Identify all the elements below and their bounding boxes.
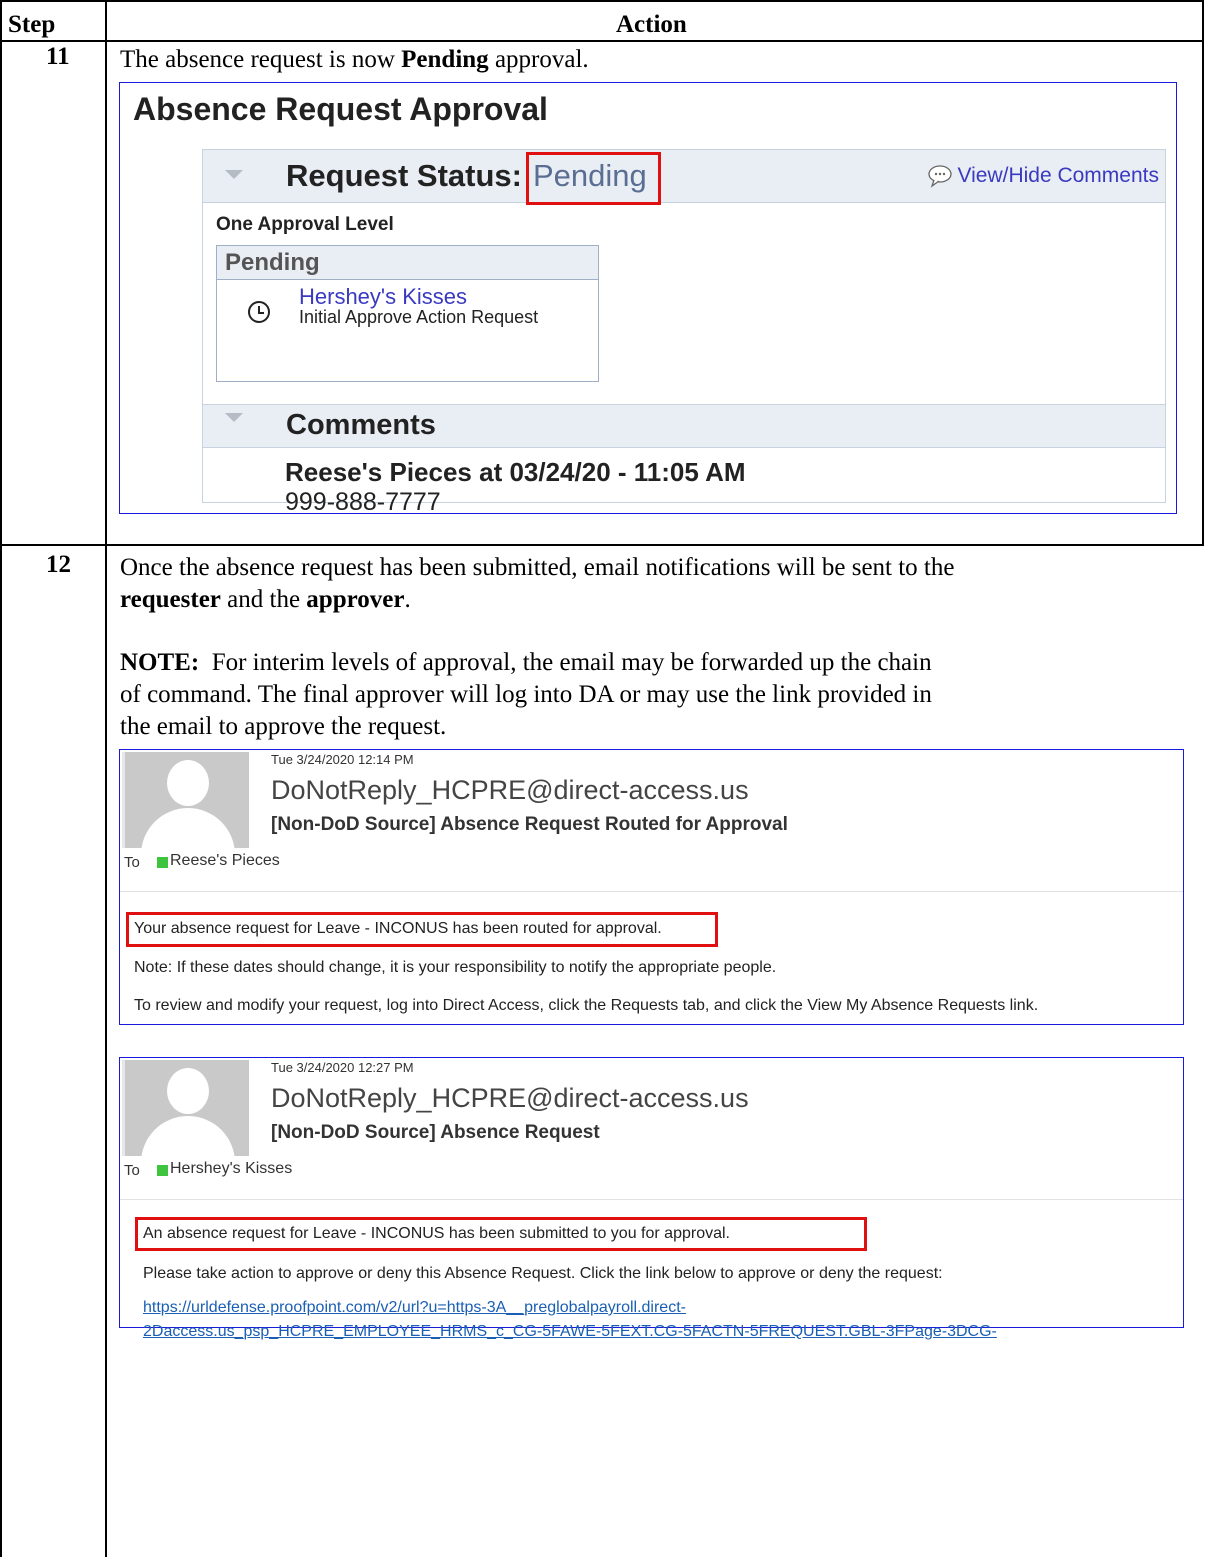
clock-icon [248, 301, 270, 323]
collapse-triangle-icon[interactable] [225, 170, 243, 179]
request-status-label: Request Status: [286, 158, 522, 193]
header-divider [0, 40, 1204, 42]
email-screenshot-approver: Tue 3/24/2020 12:27 PM DoNotReply_HCPRE@… [119, 1057, 1184, 1340]
approval-chain-box: Pending Hershey's Kisses Initial Approve… [216, 245, 599, 382]
note-line1: NOTE: For interim levels of approval, th… [120, 649, 932, 676]
view-hide-comments-link[interactable]: View/Hide Comments [927, 164, 1159, 188]
approver-action: Initial Approve Action Request [299, 307, 539, 327]
approval-status-label: Pending [225, 249, 320, 276]
table-border-right [1202, 0, 1204, 546]
email-body-line2: Note: If these dates should change, it i… [134, 959, 777, 976]
email-body-line3: To review and modify your request, log i… [134, 997, 1039, 1014]
approval-link-line1[interactable]: https://urldefense.proofpoint.com/v2/url… [143, 1299, 686, 1317]
email-date: Tue 3/24/2020 12:14 PM [271, 752, 414, 767]
presence-status-icon [157, 857, 168, 868]
header-action: Action [616, 11, 687, 38]
email-sender: DoNotReply_HCPRE@direct-access.us [271, 775, 749, 805]
step11-text: The absence request is now Pending appro… [120, 46, 589, 73]
table-border-top [0, 0, 1204, 2]
header-step: Step [8, 11, 56, 38]
approval-status-header: Pending [217, 246, 598, 280]
email-to-label: To [124, 854, 140, 871]
avatar [122, 752, 249, 848]
comments-label: Comments [286, 409, 436, 441]
approval-link-line2[interactable]: 2Daccess.us_psp_HCPRE_EMPLOYEE_HRMS_c_CG… [143, 1323, 997, 1341]
comment-bubble-icon [928, 165, 953, 188]
email-body-line2: Please take action to approve or deny th… [143, 1265, 943, 1282]
table-border-left [0, 0, 2, 1557]
comments-header: Comments [203, 404, 1165, 448]
note-line2: of command. The final approver will log … [120, 681, 932, 708]
email-to-label: To [124, 1162, 140, 1179]
step-number-11: 11 [46, 43, 70, 70]
highlight-box [135, 1217, 867, 1251]
comment-text: 999-888-7777 [285, 488, 441, 516]
step12-paragraph: Once the absence request has been submit… [120, 552, 954, 616]
presence-status-icon [157, 1165, 168, 1176]
email-screenshot-requester: Tue 3/24/2020 12:14 PM DoNotReply_HCPRE@… [119, 749, 1184, 1025]
avatar [122, 1060, 249, 1156]
collapse-triangle-icon[interactable] [225, 413, 243, 422]
highlight-box [526, 152, 661, 205]
request-status-panel: Request Status: Pending View/Hide Commen… [202, 149, 1166, 516]
column-divider [105, 0, 107, 1557]
note-paragraph: NOTE: For interim levels of approval, th… [120, 647, 932, 743]
divider [120, 1199, 1183, 1200]
email-date: Tue 3/24/2020 12:27 PM [271, 1060, 414, 1075]
divider [120, 891, 1183, 892]
step12-line1: Once the absence request has been submit… [120, 554, 955, 581]
page-title: Absence Request Approval [133, 91, 548, 127]
row-divider [0, 544, 1204, 546]
email-subject: [Non-DoD Source] Absence Request Routed … [271, 814, 788, 835]
absence-approval-screenshot: Absence Request Approval Request Status:… [119, 82, 1177, 516]
email-recipient: Hershey's Kisses [170, 1160, 293, 1177]
email-sender: DoNotReply_HCPRE@direct-access.us [271, 1083, 749, 1113]
email-subject: [Non-DoD Source] Absence Request [271, 1122, 600, 1143]
approval-level-label: One Approval Level [216, 214, 394, 235]
highlight-box [126, 912, 718, 947]
request-status-header: Request Status: Pending View/Hide Commen… [203, 150, 1165, 205]
comment-author: Reese's Pieces at 03/24/20 - 11:05 AM [285, 457, 746, 487]
step12-line2: requester and the approver. [120, 586, 411, 613]
instruction-table: Step Action 11 The absence request is no… [0, 0, 1204, 1557]
note-line3: the email to approve the request. [120, 713, 447, 740]
email-recipient: Reese's Pieces [170, 852, 280, 869]
step-number-12: 12 [46, 551, 71, 578]
